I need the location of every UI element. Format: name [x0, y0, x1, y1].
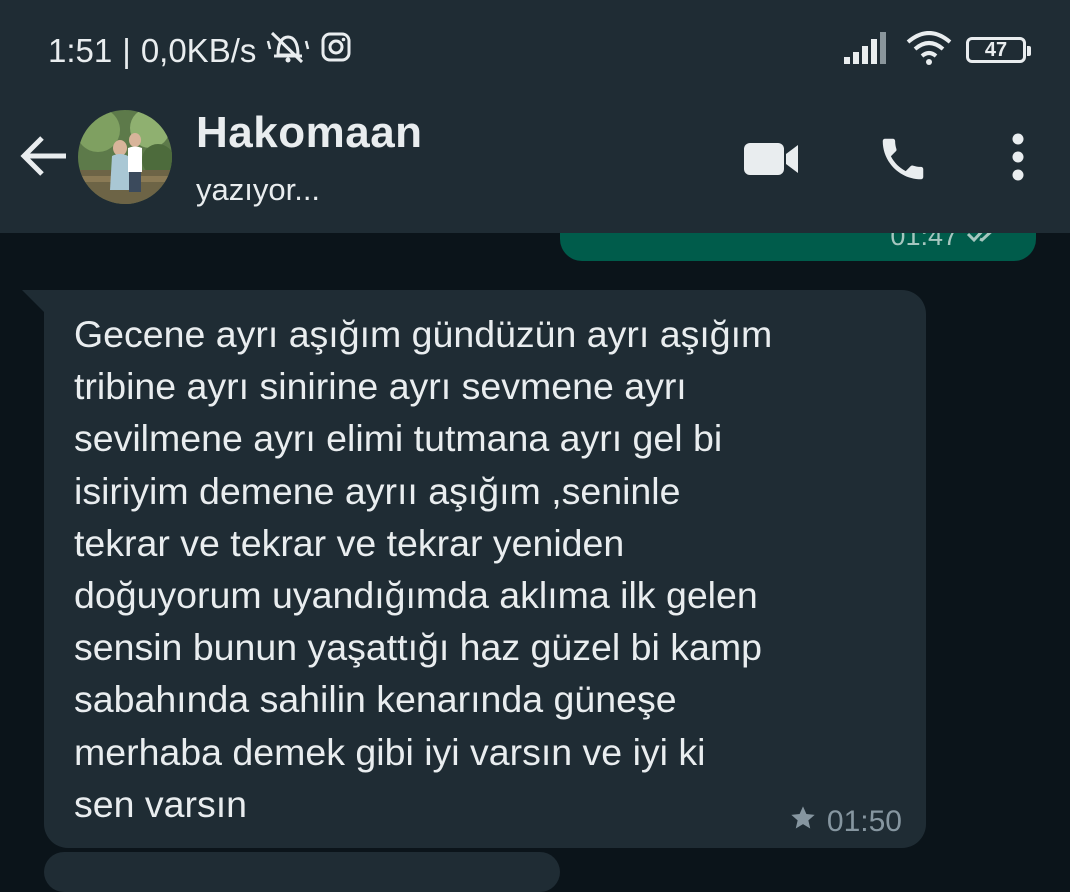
- wifi-icon: [906, 31, 952, 69]
- star-icon: [789, 804, 817, 840]
- battery-level: 47: [984, 38, 1008, 61]
- avatar[interactable]: [78, 110, 172, 204]
- incoming-message-bubble[interactable]: Gecene ayrı aşığım gündüzün ayrı aşığım …: [44, 290, 926, 848]
- contact-typing-status: yazıyor...: [196, 172, 321, 207]
- more-menu-icon[interactable]: [1000, 132, 1036, 186]
- voice-call-icon[interactable]: [876, 132, 930, 186]
- status-bar-right-overlay: 47: [844, 30, 1031, 70]
- battery-icon: 47: [966, 37, 1031, 63]
- video-call-icon[interactable]: [742, 140, 802, 178]
- incoming-message-text: Gecene ayrı aşığım gündüzün ayrı aşığım …: [74, 313, 773, 825]
- incoming-message-meta: 01:50: [789, 804, 902, 840]
- signal-icon: [844, 32, 892, 68]
- status-separator: |: [122, 32, 131, 69]
- header-content: 1:51 | 0,0KB/s 47 Hakomaan yazıyor...: [0, 0, 1070, 233]
- back-arrow-icon[interactable]: [18, 130, 70, 182]
- contact-name[interactable]: Hakomaan: [196, 108, 423, 158]
- incoming-message-time: 01:50: [826, 805, 902, 838]
- network-speed: 0,0KB/s: [140, 32, 257, 69]
- status-bar-left-overlay: 1:51 | 0,0KB/s: [48, 26, 352, 76]
- muted-bell-icon: [266, 29, 310, 73]
- next-message-bubble-partial[interactable]: [44, 852, 560, 892]
- status-time: 1:51: [48, 32, 113, 69]
- instagram-icon: [320, 31, 352, 71]
